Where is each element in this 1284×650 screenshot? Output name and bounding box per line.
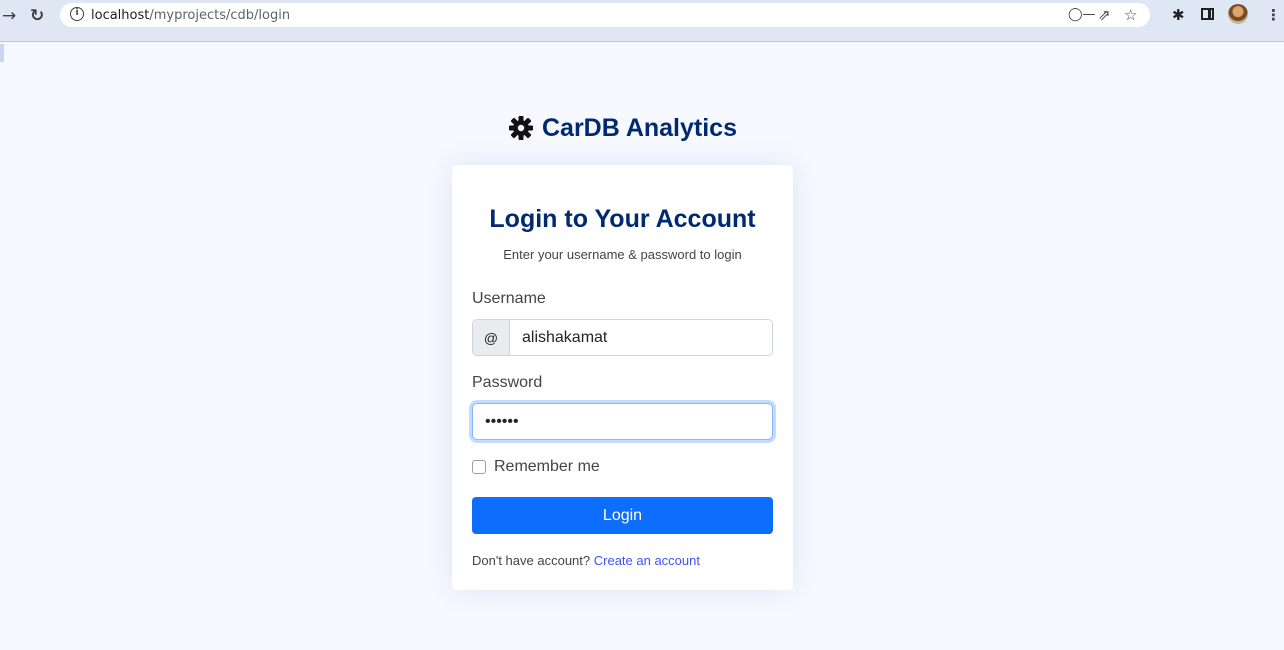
username-group: @	[472, 319, 773, 356]
brand-logo[interactable]: CarDB Analytics	[508, 113, 737, 143]
info-icon[interactable]: i	[70, 7, 84, 21]
brand-name: CarDB Analytics	[542, 113, 737, 142]
profile-avatar[interactable]	[1228, 4, 1248, 24]
username-input[interactable]	[510, 320, 772, 355]
login-subtitle: Enter your username & password to login	[503, 247, 742, 262]
page-corner-marker	[0, 44, 4, 62]
menu-icon[interactable]: ⋮	[1266, 6, 1281, 24]
remember-me[interactable]: Remember me	[472, 458, 600, 476]
login-title: Login to Your Account	[489, 205, 756, 233]
back-icon[interactable]: →	[2, 6, 16, 26]
extensions-icon[interactable]: ✱	[1172, 6, 1185, 24]
password-input[interactable]	[472, 403, 773, 440]
url-text[interactable]: localhost/myprojects/cdb/login	[91, 8, 290, 23]
star-icon[interactable]: ☆	[1124, 6, 1137, 24]
at-sign-addon: @	[473, 320, 510, 355]
address-bar[interactable]: i localhost/myprojects/cdb/login	[60, 3, 1150, 27]
signup-row: Don't have account? Create an account	[472, 553, 700, 568]
side-panel-icon[interactable]	[1201, 8, 1214, 20]
signup-prompt: Don't have account?	[472, 553, 591, 568]
password-label: Password	[472, 374, 543, 391]
login-button[interactable]: Login	[472, 497, 773, 534]
username-label: Username	[472, 290, 546, 307]
remember-label: Remember me	[494, 458, 600, 475]
share-icon[interactable]: ⇗	[1098, 6, 1111, 24]
key-icon[interactable]: ◯—	[1068, 6, 1096, 24]
browser-toolbar: → ↻ i localhost/myprojects/cdb/login ◯— …	[0, 0, 1284, 42]
create-account-link[interactable]: Create an account	[594, 553, 700, 568]
gear-icon	[509, 116, 533, 140]
reload-icon[interactable]: ↻	[30, 6, 44, 26]
login-card: Login to Your Account Enter your usernam…	[452, 165, 793, 590]
remember-checkbox[interactable]	[472, 460, 486, 474]
